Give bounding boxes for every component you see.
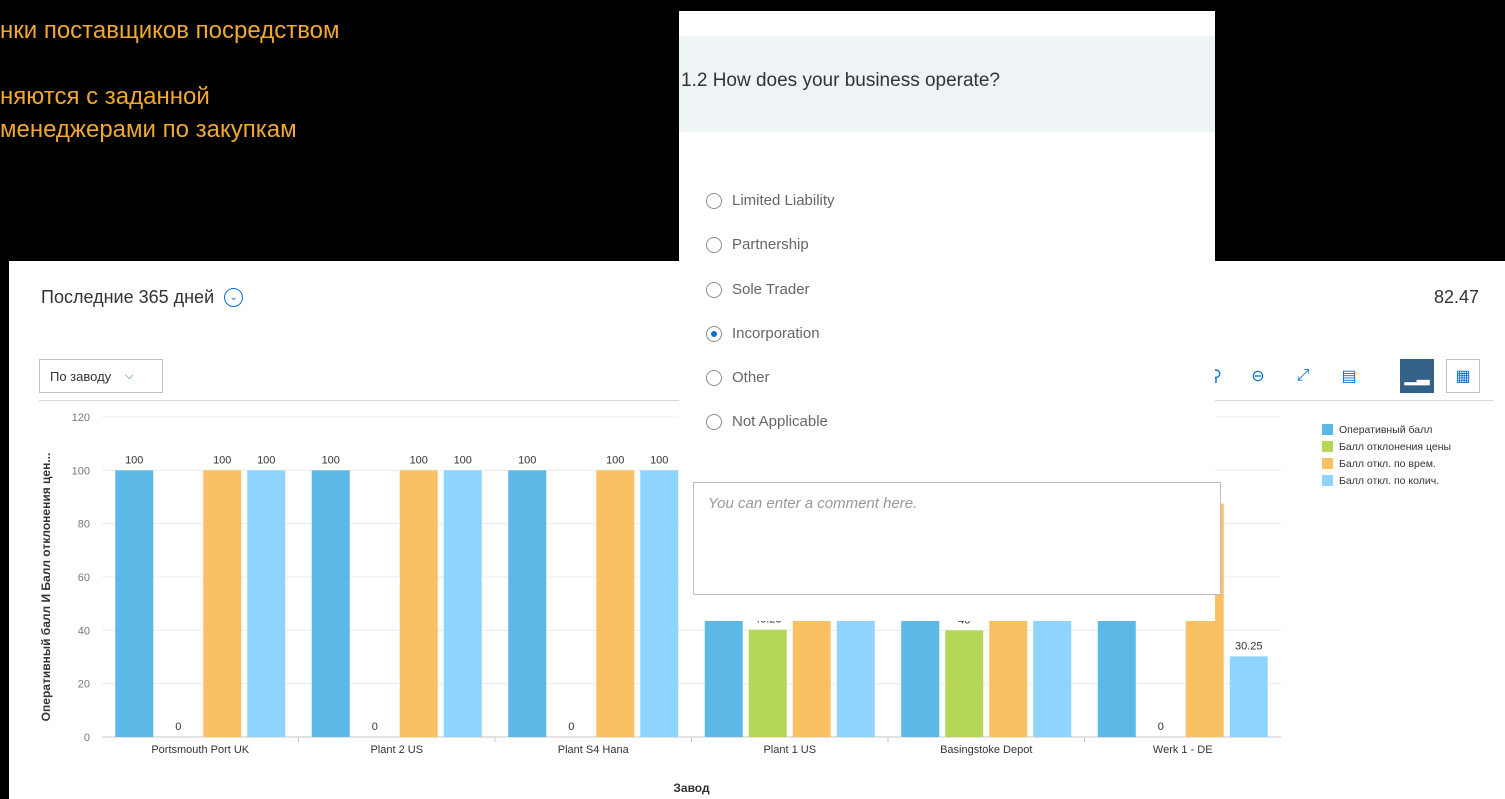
x-tick-label: Plant 1 US (763, 744, 816, 756)
radio-label: Other (732, 369, 770, 386)
data-label: 100 (257, 454, 275, 466)
bar (901, 614, 940, 737)
bar (640, 470, 679, 737)
legend-swatch (1322, 441, 1333, 452)
data-label: 100 (454, 454, 472, 466)
y-tick-label: 40 (78, 625, 90, 637)
bar (1229, 656, 1268, 737)
data-label: 100 (410, 454, 428, 466)
legend-item[interactable]: Балл откл. по врем. (1322, 455, 1451, 472)
bar (989, 614, 1028, 737)
x-tick-label: Basingstoke Depot (940, 744, 1032, 756)
data-label: 100 (125, 454, 143, 466)
radio-button[interactable] (706, 369, 722, 386)
bar (1033, 614, 1072, 737)
bar (247, 470, 286, 737)
bar (399, 470, 438, 737)
y-tick-label: 100 (72, 465, 90, 477)
x-tick-label: Plant 2 US (370, 744, 423, 756)
radio-label: Partnership (732, 236, 809, 253)
slide-text: нки поставщиков посредством няются с зад… (0, 14, 340, 146)
data-label: 0 (1158, 721, 1164, 733)
data-label: 100 (650, 454, 668, 466)
x-tick-label: Plant S4 Hana (558, 744, 630, 756)
radio-label: Incorporation (732, 325, 820, 342)
legend-swatch (1322, 458, 1333, 469)
bar (311, 470, 350, 737)
radio-button[interactable] (706, 413, 722, 430)
bar (792, 614, 831, 737)
slide-line-2: няются с заданной (0, 83, 210, 110)
bar (508, 470, 547, 737)
y-tick-label: 80 (78, 519, 90, 531)
legend-label: Балл отклонения цены (1339, 440, 1452, 453)
radio-label: Limited Liability (732, 192, 835, 209)
x-tick-label: Portsmouth Port UK (151, 744, 249, 756)
slide-line-3: менеджерами по закупкам (0, 116, 297, 143)
radio-label: Not Applicable (732, 413, 828, 430)
legend-label: Балл откл. по колич. (1339, 474, 1440, 487)
legend-item[interactable]: Балл отклонения цены (1322, 438, 1451, 455)
y-tick-label: 120 (72, 412, 90, 424)
bar (596, 470, 635, 737)
x-tick-label: Werk 1 - DE (1153, 744, 1213, 756)
data-label: 100 (213, 454, 231, 466)
bar (115, 470, 154, 737)
bar (443, 470, 482, 737)
y-tick-label: 20 (78, 679, 90, 691)
data-label: 100 (322, 454, 340, 466)
question-header: 1.2 How does your business operate? (679, 36, 1215, 132)
radio-option[interactable]: Not Applicable (706, 413, 828, 430)
radio-button[interactable] (706, 192, 722, 209)
comment-textarea[interactable]: You can enter a comment here. (693, 482, 1221, 595)
legend-item[interactable]: Балл откл. по колич. (1322, 472, 1451, 489)
radio-button[interactable] (706, 325, 722, 342)
data-label: 30.25 (1235, 640, 1263, 652)
legend-label: Оперативный балл (1339, 423, 1433, 436)
x-axis-title: Завод (673, 781, 710, 795)
questionnaire-card: 1.2 How does your business operate? Limi… (679, 11, 1221, 621)
legend-label: Балл откл. по врем. (1339, 457, 1436, 470)
y-axis-title: Оперативный балл И Балл отклонения цен..… (39, 453, 53, 722)
legend-swatch (1322, 475, 1333, 486)
bar (203, 470, 242, 737)
chart-legend: Оперативный балл Балл отклонения цены Ба… (1322, 421, 1451, 489)
data-label: 100 (606, 454, 624, 466)
legend-swatch (1322, 424, 1333, 435)
radio-button[interactable] (706, 281, 722, 298)
y-tick-label: 60 (78, 572, 90, 584)
radio-label: Sole Trader (732, 281, 810, 298)
bar (704, 614, 743, 737)
radio-button[interactable] (706, 236, 722, 253)
bar (945, 630, 984, 737)
question-title: 1.2 How does your business operate? (681, 70, 1000, 91)
data-label: 0 (175, 721, 181, 733)
radio-option[interactable]: Other (706, 369, 770, 386)
radio-option[interactable]: Partnership (706, 236, 809, 253)
radio-option[interactable]: Limited Liability (706, 192, 835, 209)
bar (748, 629, 787, 737)
bar (1097, 614, 1136, 737)
bar (836, 614, 875, 737)
data-label: 0 (372, 721, 378, 733)
data-label: 0 (568, 721, 574, 733)
legend-item[interactable]: Оперативный балл (1322, 421, 1451, 438)
y-tick-label: 0 (84, 732, 90, 744)
slide-line-1: нки поставщиков посредством (0, 17, 340, 44)
radio-option[interactable]: Sole Trader (706, 281, 810, 298)
radio-option[interactable]: Incorporation (706, 325, 820, 342)
data-label: 100 (518, 454, 536, 466)
